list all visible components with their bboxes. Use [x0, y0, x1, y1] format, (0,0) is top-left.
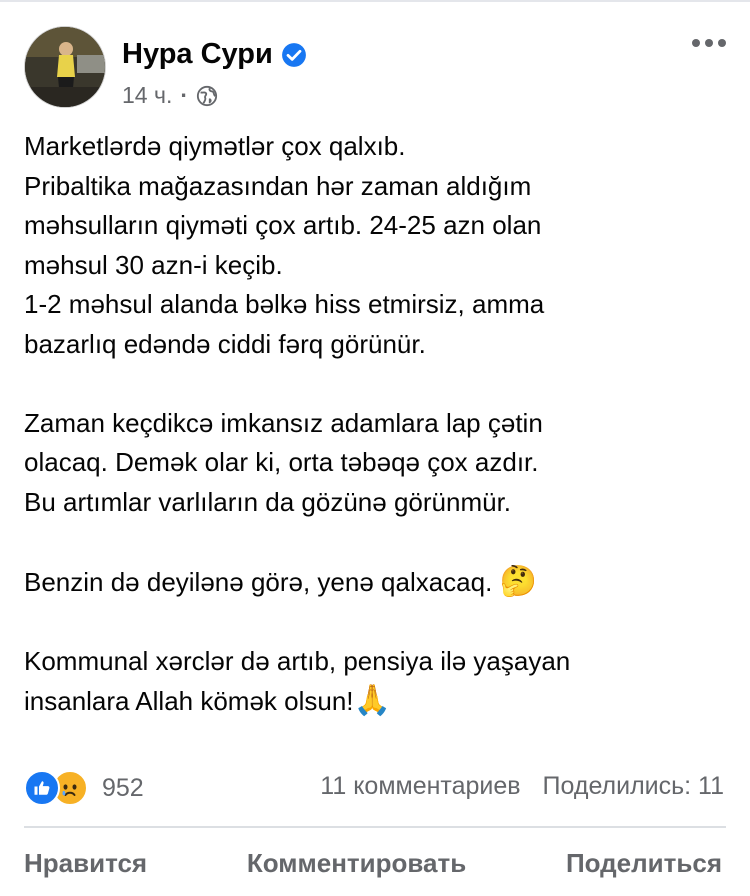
more-options-icon[interactable] [692, 36, 726, 50]
post-line: olacaq. Demək olar ki, orta təbəqə çox a… [24, 447, 539, 477]
engagement-stats: 952 11 комментариев Поделились: 11 [24, 768, 724, 808]
comment-button[interactable]: Комментировать [247, 848, 466, 888]
post-text: Marketlərdə qiymətlər çox qalxıb. Pribal… [24, 127, 734, 722]
author-row: Нура Сури [122, 38, 307, 71]
verified-badge-icon [281, 42, 306, 67]
post-line: Benzin də deyilənə görə, yenə qalxacaq. … [24, 562, 734, 603]
comments-count-link[interactable]: 11 комментариев [320, 772, 520, 801]
like-icon [24, 770, 60, 806]
author-avatar[interactable] [24, 26, 106, 108]
post-header: Нура Сури 14 ч. · [24, 26, 726, 110]
post-line-text: Benzin də deyilənə görə, yenə qalxacaq. [24, 566, 493, 597]
post-line: Bu artımlar varlıların da gözünə görünmü… [24, 486, 512, 517]
post-line-text: insanlara Allah kömək olsun! [24, 686, 354, 716]
author-name[interactable]: Нура Сури [122, 38, 273, 71]
reaction-count: 952 [102, 773, 144, 802]
post-line: məhsul 30 azn-i keçib. [24, 249, 283, 280]
post-line: Marketlərdə qiymətlər çox qalxıb. [24, 131, 406, 161]
post-line: insanlara Allah kömək olsun!🙏 [24, 681, 734, 722]
post-line: Kommunal xərclər də artıb, pensiya ilə y… [24, 645, 571, 676]
praying-hands-emoji: 🙏 [353, 684, 391, 717]
avatar-photo [25, 27, 105, 107]
share-button[interactable]: Поделиться [566, 848, 722, 888]
globe-icon [196, 85, 218, 106]
post-line: Pribaltika mağazasından hər zaman aldığı… [24, 170, 532, 201]
actions-divider [24, 826, 726, 828]
reaction-summary[interactable]: 952 [24, 770, 144, 806]
meta-separator: · [180, 82, 189, 108]
post-meta: 14 ч. · [122, 82, 218, 109]
post-line: məhsulların qiyməti çox artıb. 24-25 azn… [24, 210, 542, 240]
post-time[interactable]: 14 ч. [122, 82, 172, 109]
post-line: bazarlıq edəndə ciddi fərq görünür. [24, 328, 426, 359]
top-border [0, 0, 750, 2]
stats-right: 11 комментариев Поделились: 11 [320, 772, 724, 801]
post-line: Zaman keçdikcə imkansız adamlara lap çət… [24, 407, 543, 438]
shares-count-link[interactable]: Поделились: 11 [543, 772, 724, 801]
post-actions: Нравится Комментировать Поделиться [24, 848, 722, 888]
thinking-face-emoji: 🤔 [499, 564, 537, 598]
post-line: 1-2 məhsul alanda bəlkə hiss etmirsiz, a… [24, 289, 545, 319]
like-button[interactable]: Нравится [24, 848, 147, 888]
